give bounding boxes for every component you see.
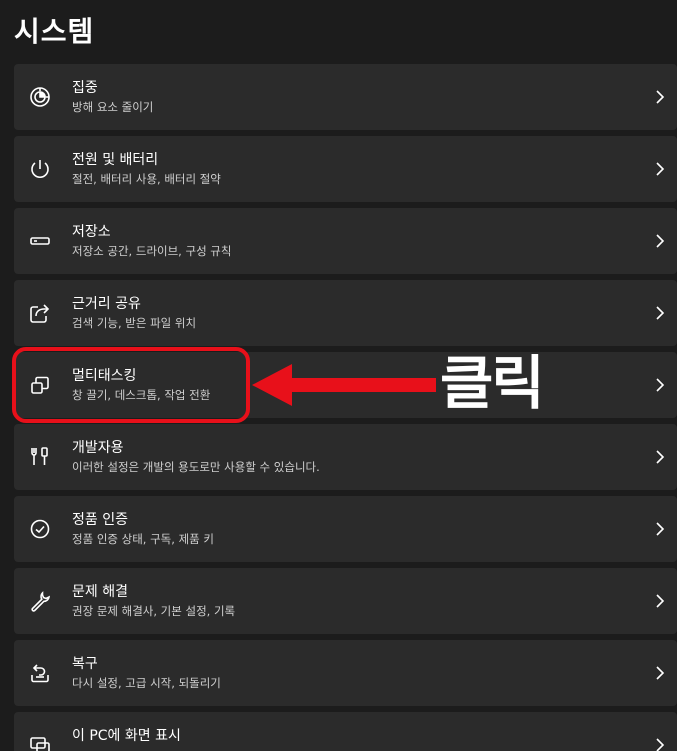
item-subtitle: 이러한 설정은 개발의 용도로만 사용할 수 있습니다.	[72, 460, 320, 474]
annotation-arrow-icon	[252, 364, 436, 406]
share-icon	[28, 301, 52, 325]
project-icon	[28, 733, 52, 751]
item-title: 복구	[72, 656, 98, 672]
power-icon	[28, 157, 52, 181]
page-title: 시스템	[14, 15, 95, 48]
item-title: 문제 해결	[72, 584, 128, 600]
developer-icon	[28, 445, 52, 469]
settings-item-nearby-share[interactable]: 근거리 공유 검색 기능, 받은 파일 위치	[14, 280, 677, 346]
item-title: 근거리 공유	[72, 296, 141, 312]
settings-item-focus[interactable]: 집중 방해 요소 줄이기	[14, 64, 677, 130]
focus-icon	[28, 85, 52, 109]
chevron-right-icon	[655, 737, 665, 751]
annotation-highlight-box	[12, 347, 250, 423]
item-title: 집중	[72, 80, 98, 96]
chevron-right-icon	[655, 377, 665, 393]
item-subtitle: 방해 요소 줄이기	[72, 100, 154, 114]
item-subtitle: 검색 기능, 받은 파일 위치	[72, 316, 197, 330]
chevron-right-icon	[655, 665, 665, 681]
settings-item-recovery[interactable]: 복구 다시 설정, 고급 시작, 되돌리기	[14, 640, 677, 706]
chevron-right-icon	[655, 305, 665, 321]
item-subtitle: 절전, 배터리 사용, 배터리 절약	[72, 172, 221, 186]
settings-item-storage[interactable]: 저장소 저장소 공간, 드라이브, 구성 규칙	[14, 208, 677, 274]
item-subtitle: 다시 설정, 고급 시작, 되돌리기	[72, 676, 221, 690]
settings-item-project-to-pc[interactable]: 이 PC에 화면 표시	[14, 712, 677, 751]
recovery-icon	[28, 661, 52, 685]
item-subtitle: 저장소 공간, 드라이브, 구성 규칙	[72, 244, 232, 258]
activation-icon	[28, 517, 52, 541]
chevron-right-icon	[655, 233, 665, 249]
item-subtitle: 권장 문제 해결사, 기본 설정, 기록	[72, 604, 236, 618]
settings-item-activation[interactable]: 정품 인증 정품 인증 상태, 구독, 제품 키	[14, 496, 677, 562]
chevron-right-icon	[655, 161, 665, 177]
settings-item-troubleshoot[interactable]: 문제 해결 권장 문제 해결사, 기본 설정, 기록	[14, 568, 677, 634]
item-title: 정품 인증	[72, 512, 128, 528]
item-subtitle: 정품 인증 상태, 구독, 제품 키	[72, 532, 214, 546]
item-title: 이 PC에 화면 표시	[72, 728, 181, 744]
chevron-right-icon	[655, 521, 665, 537]
chevron-right-icon	[655, 449, 665, 465]
storage-icon	[28, 229, 52, 253]
chevron-right-icon	[655, 89, 665, 105]
chevron-right-icon	[655, 593, 665, 609]
settings-item-power[interactable]: 전원 및 배터리 절전, 배터리 사용, 배터리 절약	[14, 136, 677, 202]
settings-page: 시스템 집중 방해 요소 줄이기 전원 및 배터리 절전, 배터리 사용, 배터…	[0, 0, 677, 751]
item-title: 개발자용	[72, 440, 124, 456]
settings-item-developers[interactable]: 개발자용 이러한 설정은 개발의 용도로만 사용할 수 있습니다.	[14, 424, 677, 490]
item-title: 전원 및 배터리	[72, 152, 159, 168]
annotation-click-label: 클릭	[440, 349, 545, 417]
wrench-icon	[28, 589, 52, 613]
item-title: 저장소	[72, 224, 111, 240]
